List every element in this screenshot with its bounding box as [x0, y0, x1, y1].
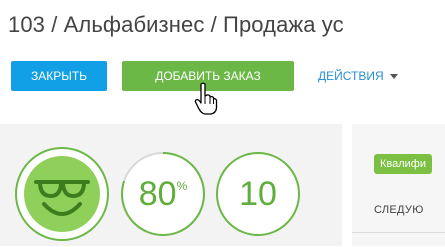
stage-badge: Квалифи	[374, 154, 433, 174]
stage-panel: Квалифи СЛЕДУЮ	[352, 124, 445, 246]
probability-gauge: 80%	[118, 149, 208, 239]
close-button[interactable]: ЗАКРЫТЬ	[11, 61, 107, 91]
rating-gauge	[14, 146, 110, 242]
count-value: 10	[239, 174, 277, 213]
caret-down-icon	[389, 74, 398, 80]
smiley-sunglasses-icon	[15, 147, 109, 241]
divider	[352, 232, 445, 233]
actions-label: ДЕЙСТВИЯ	[318, 69, 384, 83]
count-gauge: 10	[213, 149, 303, 239]
probability-unit: %	[176, 179, 188, 193]
actions-dropdown[interactable]: ДЕЙСТВИЯ	[318, 61, 398, 91]
probability-value: 80	[138, 174, 177, 213]
next-step-label: СЛЕДУЮ	[374, 204, 424, 216]
page-title: 103 / Альфабизнес / Продажа ус	[8, 12, 344, 37]
hand-pointer-icon	[194, 82, 218, 115]
